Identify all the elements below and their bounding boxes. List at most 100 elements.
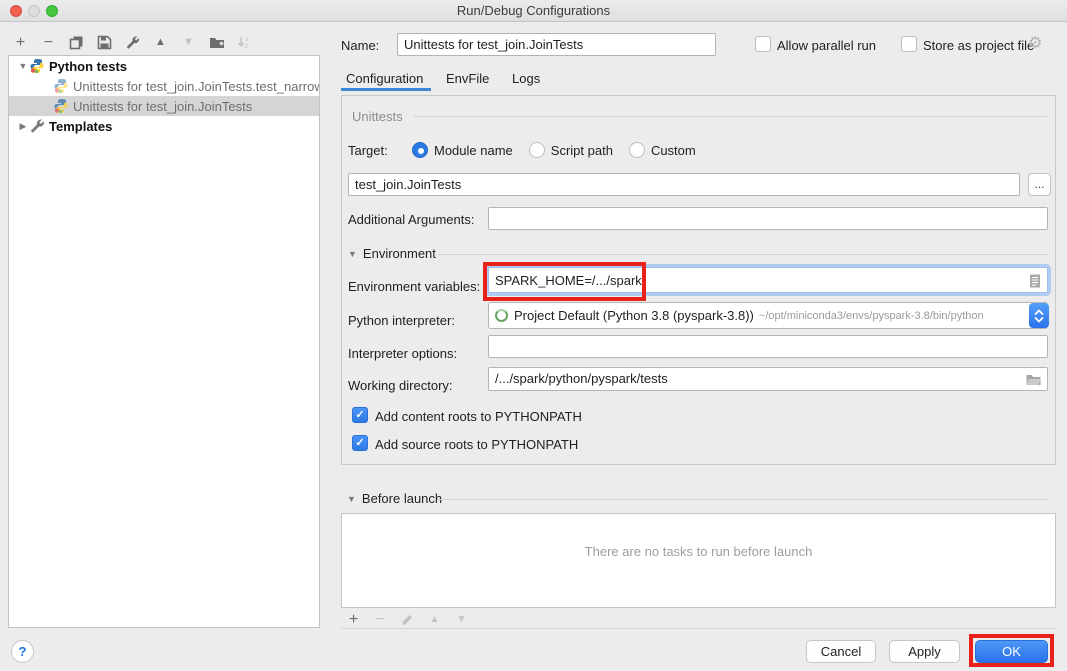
store-as-project-file-label: Store as project file <box>923 38 1034 53</box>
configurations-tree: ▼ Python tests Unittests for test_join.J… <box>8 55 320 628</box>
python-interpreter-value: Project Default (Python 3.8 (pyspark-3.8… <box>514 308 754 323</box>
collapse-icon[interactable]: ▼ <box>348 249 357 259</box>
radio-selected-icon[interactable] <box>412 142 428 158</box>
conda-env-icon <box>495 309 508 322</box>
tree-item-unittests-jointests-selected[interactable]: Unittests for test_join.JoinTests <box>9 96 319 116</box>
edit-task-button[interactable] <box>399 611 416 628</box>
wrench-icon <box>125 35 140 50</box>
active-tab-underline <box>341 88 431 91</box>
target-option-custom[interactable]: Custom <box>629 142 696 158</box>
target-label: Target: <box>348 143 412 158</box>
remove-task-button[interactable]: − <box>372 611 389 628</box>
sort-configurations-button[interactable]: az <box>236 34 253 51</box>
working-directory-input[interactable]: /.../spark/python/pyspark/tests <box>488 367 1048 391</box>
store-as-project-file-checkbox[interactable] <box>901 36 917 52</box>
browse-target-button[interactable]: ... <box>1028 173 1051 196</box>
bottom-separator-line <box>341 628 1056 629</box>
interpreter-dropdown-stepper[interactable] <box>1029 303 1049 328</box>
add-content-roots-label: Add content roots to PYTHONPATH <box>375 409 582 424</box>
add-icon: + <box>349 611 358 628</box>
additional-arguments-label: Additional Arguments: <box>348 212 474 227</box>
collapse-icon[interactable]: ▼ <box>347 494 356 504</box>
add-configuration-button[interactable]: + <box>12 34 29 51</box>
radio-icon[interactable] <box>529 142 545 158</box>
add-icon: + <box>16 34 25 51</box>
python-test-icon <box>53 98 69 114</box>
python-interpreter-select[interactable]: Project Default (Python 3.8 (pyspark-3.8… <box>488 302 1048 329</box>
python-interpreter-label: Python interpreter: <box>348 313 455 328</box>
edit-templates-button[interactable] <box>124 34 141 51</box>
additional-arguments-input[interactable] <box>488 207 1048 230</box>
tree-item-label: Unittests for test_join.JoinTests <box>73 99 252 114</box>
remove-icon: − <box>44 34 53 51</box>
working-directory-value: /.../spark/python/pyspark/tests <box>495 371 668 386</box>
gear-icon[interactable]: ⚙ <box>1028 33 1042 53</box>
python-tests-icon <box>29 58 45 74</box>
tab-configuration[interactable]: Configuration <box>346 71 423 86</box>
environment-section-label: Environment <box>363 246 436 261</box>
tree-item-python-tests[interactable]: ▼ Python tests <box>9 56 319 76</box>
allow-parallel-run-label: Allow parallel run <box>777 38 876 53</box>
configurations-toolbar: + − ▲ ▼ az <box>12 33 253 51</box>
allow-parallel-run-checkbox[interactable] <box>755 36 771 52</box>
target-value-input[interactable]: test_join.JoinTests <box>348 173 1020 196</box>
check-icon: ✓ <box>355 409 364 421</box>
before-launch-section-header[interactable]: ▼ Before launch <box>347 491 442 506</box>
radio-icon[interactable] <box>629 142 645 158</box>
name-input[interactable]: Unittests for test_join.JoinTests <box>397 33 716 56</box>
before-launch-label: Before launch <box>362 491 442 506</box>
move-up-button[interactable]: ▲ <box>152 34 169 51</box>
add-content-roots-checkbox[interactable]: ✓ <box>352 407 368 423</box>
move-down-button[interactable]: ▼ <box>180 34 197 51</box>
move-up-icon: ▲ <box>155 34 166 51</box>
environment-section-header[interactable]: ▼ Environment <box>348 246 436 261</box>
unittests-group-label: Unittests <box>352 109 403 124</box>
edit-icon <box>401 613 414 626</box>
target-option-label: Script path <box>551 143 613 158</box>
browse-env-variables-icon[interactable] <box>1029 274 1041 288</box>
move-task-up-button[interactable]: ▲ <box>426 611 443 628</box>
interpreter-options-label: Interpreter options: <box>348 346 457 361</box>
tab-logs[interactable]: Logs <box>512 71 540 86</box>
cancel-button[interactable]: Cancel <box>806 640 876 663</box>
remove-configuration-button[interactable]: − <box>40 34 57 51</box>
wrench-icon <box>29 118 45 134</box>
svg-text:a: a <box>245 37 249 43</box>
annotation-box-environment-variables <box>483 262 646 301</box>
move-task-down-button[interactable]: ▼ <box>453 611 470 628</box>
target-option-module-name[interactable]: Module name <box>412 142 513 158</box>
interpreter-options-input[interactable] <box>488 335 1048 358</box>
sort-alphabetically-icon: az <box>237 35 252 50</box>
before-launch-separator-line <box>437 499 1048 500</box>
window-title: Run/Debug Configurations <box>0 3 1067 18</box>
environment-separator-line <box>438 254 1047 255</box>
expand-icon[interactable]: ▶ <box>17 121 29 132</box>
target-option-script-path[interactable]: Script path <box>529 142 613 158</box>
apply-button[interactable]: Apply <box>889 640 960 663</box>
before-launch-toolbar: + − ▲ ▼ <box>345 610 470 628</box>
move-down-icon: ▼ <box>183 34 194 51</box>
copy-icon <box>69 35 84 50</box>
check-icon: ✓ <box>355 437 364 449</box>
copy-configuration-button[interactable] <box>68 34 85 51</box>
tree-item-unittests-test-narrow[interactable]: Unittests for test_join.JoinTests.test_n… <box>9 76 319 96</box>
add-source-roots-checkbox[interactable]: ✓ <box>352 435 368 451</box>
tree-item-templates[interactable]: ▶ Templates <box>9 116 319 136</box>
collapse-icon[interactable]: ▼ <box>17 61 29 71</box>
tab-envfile[interactable]: EnvFile <box>446 71 489 86</box>
add-task-button[interactable]: + <box>345 611 362 628</box>
configuration-form-panel: Unittests Target: Module name Script pat… <box>341 95 1056 465</box>
folder-icon[interactable] <box>1026 374 1041 386</box>
help-button[interactable]: ? <box>11 640 34 663</box>
python-test-icon <box>53 78 69 94</box>
before-launch-task-list[interactable]: There are no tasks to run before launch <box>341 513 1056 608</box>
target-option-label: Module name <box>434 143 513 158</box>
move-down-icon: ▼ <box>457 611 467 628</box>
new-folder-button[interactable] <box>208 34 225 51</box>
environment-variables-label: Environment variables: <box>348 279 480 294</box>
tree-item-label: Unittests for test_join.JoinTests.test_n… <box>73 79 319 94</box>
svg-text:z: z <box>245 44 248 50</box>
title-bar: Run/Debug Configurations <box>0 0 1067 22</box>
target-option-label: Custom <box>651 143 696 158</box>
save-configuration-button[interactable] <box>96 34 113 51</box>
